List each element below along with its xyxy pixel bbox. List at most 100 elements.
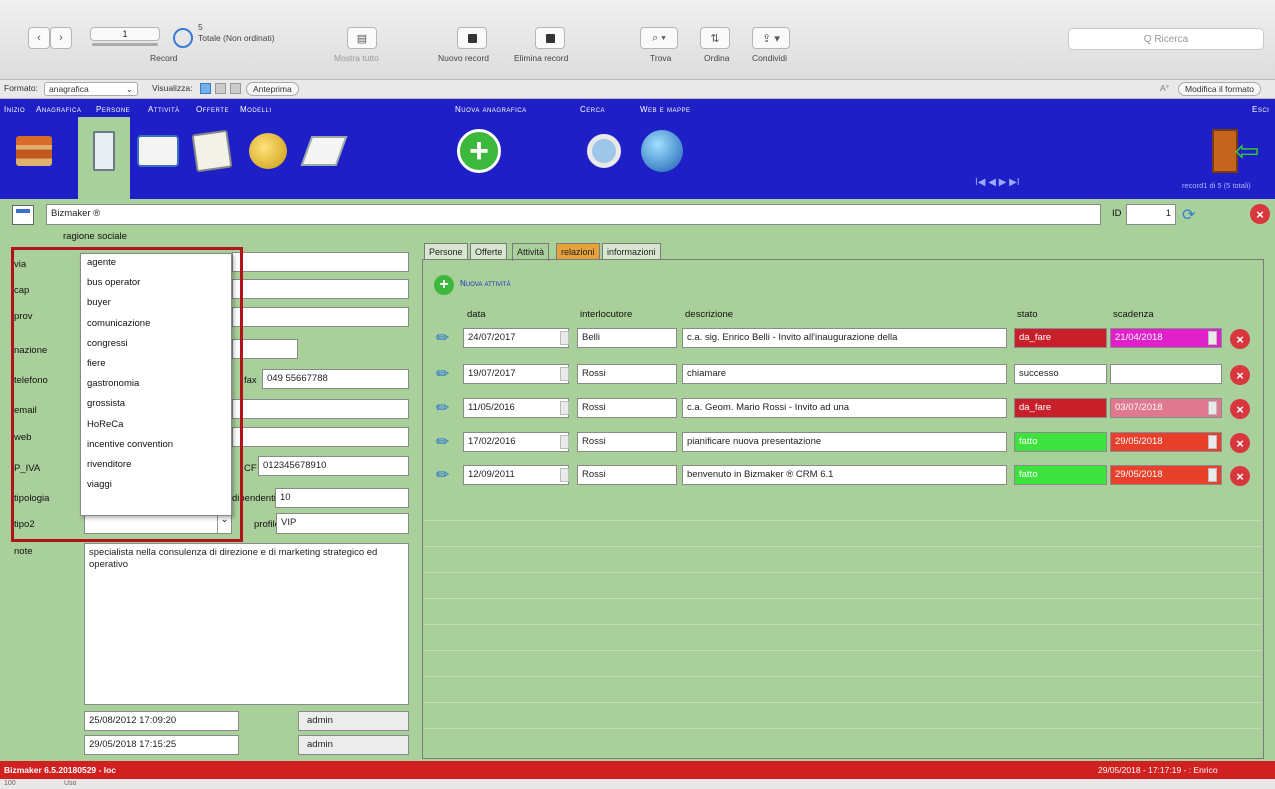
email-field[interactable] [232,399,409,419]
sort-button[interactable]: ⇅ [700,27,730,49]
profilo-field[interactable]: VIP [276,513,409,534]
delete-activity-icon[interactable]: × [1230,399,1250,419]
format-select[interactable]: anagrafica ⌄ [44,82,138,96]
delete-activity-icon[interactable]: × [1230,433,1250,453]
delete-record-icon[interactable]: × [1250,204,1270,224]
coins-icon[interactable] [244,127,292,175]
nav-item-attivita[interactable]: Attività [148,105,180,114]
activity-status[interactable]: successo [1014,364,1107,384]
activity-date[interactable]: 17/02/2016 [463,432,569,452]
preview-button[interactable]: Anteprima [246,82,299,96]
record-slider[interactable] [92,43,158,46]
contact-card-icon[interactable] [134,127,182,175]
magnifier-icon[interactable] [580,127,628,175]
activity-deadline[interactable]: 21/04/2018 [1110,328,1222,348]
activity-description[interactable]: pianificare nuova presentazione [682,432,1007,452]
tab-offerte[interactable]: Offerte [470,243,508,260]
edit-format-button[interactable]: Modifica il formato [1178,82,1261,96]
forward-button[interactable]: › [50,27,72,49]
edit-pencil-icon[interactable]: ✏ [436,432,458,452]
checklist-icon[interactable] [188,127,236,175]
activity-status[interactable]: fatto [1014,465,1107,485]
zoom-level[interactable]: 100 [4,780,16,787]
activity-description[interactable]: c.a. sig. Enrico Belli - Invito all'inau… [682,328,1007,348]
calendar-icon[interactable] [560,468,569,482]
show-all-button[interactable]: ▤ [347,27,377,49]
activity-contact[interactable]: Belli [577,328,677,348]
prov-field[interactable] [232,307,409,327]
activity-contact[interactable]: Rossi [577,364,677,384]
record-pager[interactable]: I◀ ◀ ▶ ▶I [975,177,1020,188]
tab-informazioni[interactable]: informazioni [602,243,661,260]
tab-persone[interactable]: Persone [424,243,468,260]
edit-pencil-icon[interactable]: ✏ [436,398,458,418]
form-view-icon[interactable] [200,83,211,94]
calendar-icon[interactable] [1208,331,1217,345]
add-activity-icon[interactable]: + [434,275,454,295]
activity-description[interactable]: chiamare [682,364,1007,384]
refresh-icon[interactable]: ⟳ [1182,205,1204,225]
activity-contact[interactable]: Rossi [577,432,677,452]
nav-search[interactable]: Cerca [580,105,605,114]
nav-item-inizio[interactable]: Inizio [4,105,25,114]
edit-pencil-icon[interactable]: ✏ [436,465,458,485]
activity-contact[interactable]: Rossi [577,398,677,418]
delete-activity-icon[interactable]: × [1230,365,1250,385]
delete-activity-icon[interactable]: × [1230,329,1250,349]
edit-pencil-icon[interactable]: ✏ [436,328,458,348]
find-button[interactable]: ⌕ ▾ [640,27,678,49]
tab-relazioni[interactable]: relazioni [556,243,600,260]
calendar-icon[interactable] [560,435,569,449]
delete-record-button[interactable] [535,27,565,49]
calendar-icon[interactable] [1208,468,1217,482]
nav-web-maps[interactable]: Web e mappe [640,105,691,114]
company-name-field[interactable]: Bizmaker ® [46,204,1101,225]
globe-icon[interactable] [638,127,686,175]
activity-deadline[interactable]: 29/05/2018 [1110,432,1222,452]
activity-status[interactable]: fatto [1014,432,1107,452]
list-view-icon[interactable] [215,83,226,94]
new-record-button[interactable] [457,27,487,49]
activity-deadline[interactable]: 29/05/2018 [1110,465,1222,485]
web-field[interactable] [232,427,409,447]
activity-date[interactable]: 11/05/2016 [463,398,569,418]
calendar-icon[interactable] [560,367,569,381]
activity-status[interactable]: da_fare [1014,328,1107,348]
activity-date[interactable]: 24/07/2017 [463,328,569,348]
record-field[interactable]: 1 [90,27,160,41]
nav-item-modelli[interactable]: Modelli [240,105,272,114]
nav-item-persone[interactable]: Persone [96,105,130,114]
nav-item-offerte[interactable]: Offerte [196,105,229,114]
table-view-icon[interactable] [230,83,241,94]
via-field[interactable] [232,252,409,272]
search-input[interactable]: Q Ricerca [1068,28,1264,50]
nav-new-anagrafica[interactable]: Nuova anagrafica [455,105,527,114]
id-field[interactable]: 1 [1126,204,1176,225]
exit-door-icon[interactable]: ⇦ [1212,127,1260,175]
share-button[interactable]: ⇪ ▾ [752,27,790,49]
nav-item-anagrafica[interactable]: Anagrafica [36,105,81,114]
books-icon[interactable] [10,127,58,175]
activity-date[interactable]: 12/09/2011 [463,465,569,485]
plus-circle-icon[interactable]: + [455,127,503,175]
activity-date[interactable]: 19/07/2017 [463,364,569,384]
activity-contact[interactable]: Rossi [577,465,677,485]
fax-field[interactable]: 049 55667788 [262,369,409,389]
calendar-icon[interactable] [560,331,569,345]
activity-description[interactable]: benvenuto in Bizmaker ® CRM 6.1 [682,465,1007,485]
activity-description[interactable]: c.a. Geom. Mario Rossi - Invito ad una [682,398,1007,418]
activity-status[interactable]: da_fare [1014,398,1107,418]
calendar-icon[interactable] [1208,435,1217,449]
folder-icon[interactable] [80,127,128,175]
back-button[interactable]: ‹ [28,27,50,49]
cap-field[interactable] [232,279,409,299]
nav-exit[interactable]: Esci [1252,105,1269,114]
pencil-paper-icon[interactable] [300,127,348,175]
delete-activity-icon[interactable]: × [1230,466,1250,486]
mode-label[interactable]: Uso [64,780,76,787]
calendar-icon[interactable] [1208,401,1217,415]
calendar-icon[interactable] [560,401,569,415]
text-format-icon[interactable]: A° [1160,83,1169,93]
activity-deadline[interactable] [1110,364,1222,384]
dipendenti-field[interactable]: 10 [275,488,409,508]
